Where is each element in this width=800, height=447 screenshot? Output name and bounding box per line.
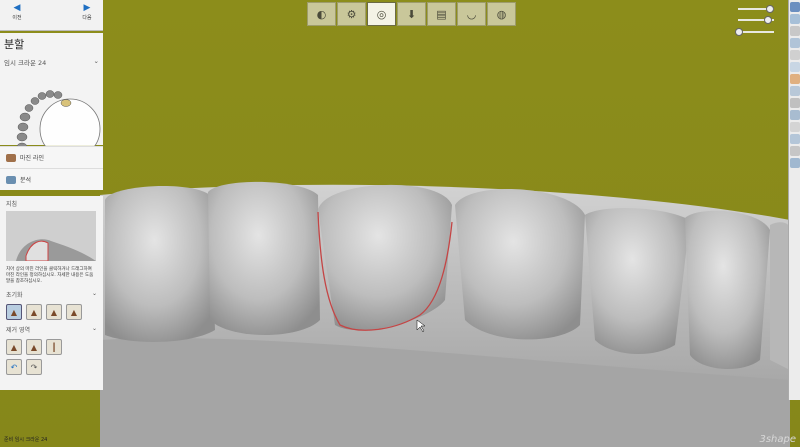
snapshot-icon[interactable] (790, 122, 800, 132)
section-icon[interactable] (790, 110, 800, 120)
scan-icon: ◐ (316, 7, 327, 21)
segmentation-card: 분할 임시 크라운 24 ⌄ (0, 33, 103, 162)
reset-tools: ▲ ▲ ▲ ▲ (0, 302, 103, 322)
settings-icon[interactable] (790, 134, 800, 144)
workflow-toolbar: ◐ ⚙ ◎ ⬇ ▤ ◡ ◍ (307, 2, 516, 26)
tooth-incisor (685, 210, 770, 370)
tooth-selector[interactable]: 임시 크라운 24 ⌄ (0, 55, 103, 69)
scan-step-button[interactable]: ◐ (307, 2, 336, 26)
guide-text: 치아 상의 마진 라인을 클릭하거나 드래그하여 마진 라인을 정의하십시오. … (6, 267, 94, 284)
remove-tool-3-icon[interactable]: ┃ (46, 339, 62, 355)
transparency-slider-knob[interactable] (735, 28, 743, 36)
tooth-premolar-1 (208, 181, 320, 335)
segment-step-button[interactable]: ◎ (367, 2, 396, 26)
remove-section-header[interactable]: 제거 영역 ⌄ (0, 322, 103, 337)
reset-section-header[interactable]: 초기화 ⌄ (0, 287, 103, 302)
margin-line-label: 마진 라인 (20, 155, 44, 162)
measure-icon[interactable] (790, 98, 800, 108)
chevron-down-icon: ⌄ (93, 57, 99, 65)
navigation-bar: ◀ 이전 ▶ 다음 (0, 0, 103, 31)
opacity-slider-knob[interactable] (766, 5, 774, 13)
arrow-left-icon: ◀ (13, 3, 21, 13)
tooth-premolar-2 (455, 188, 585, 340)
margin-tool-1-icon[interactable]: ▲ (6, 304, 22, 320)
margin-tool-3-icon[interactable]: ▲ (46, 304, 62, 320)
margin-line-item[interactable]: 마진 라인 (0, 146, 103, 168)
tooth-prep-24 (318, 184, 452, 331)
panel-title: 분할 (4, 38, 25, 51)
remove-tools-row-1: ▲ ▲ ┃ (0, 337, 103, 357)
margin-tool-4-icon[interactable]: ▲ (66, 304, 82, 320)
margin-tool-2-icon[interactable]: ▲ (26, 304, 42, 320)
tooth-chart[interactable] (0, 69, 103, 162)
align-step-button[interactable]: ⚙ (337, 2, 366, 26)
remove-tools-row-2: ↶ ↷ (0, 357, 103, 377)
guide-title: 지침 (6, 201, 18, 208)
brand-logo: 3shape (759, 434, 796, 445)
remove-tool-1-icon[interactable]: ▲ (6, 339, 22, 355)
segment-icon: ◎ (376, 7, 387, 21)
export-step-button[interactable]: ⬇ (397, 2, 426, 26)
design-icon: ▤ (436, 7, 447, 21)
zoom-icon[interactable] (790, 62, 800, 72)
export-icon: ⬇ (406, 7, 417, 21)
view-side-icon[interactable] (790, 38, 800, 48)
crown-step-button[interactable]: ◡ (457, 2, 486, 26)
view-top-icon[interactable] (790, 26, 800, 36)
analysis-item[interactable]: 분석 (0, 168, 103, 190)
left-panel: ◀ 이전 ▶ 다음 분할 임시 크라운 24 ⌄ 마진 라인 분석 지침 치아 … (0, 0, 103, 390)
remove-section-label: 제거 영역 (6, 327, 30, 334)
chevron-down-icon: ⌄ (91, 290, 97, 297)
dental-scan-model[interactable] (0, 0, 800, 447)
color-icon[interactable] (790, 74, 800, 84)
remove-tool-2-icon[interactable]: ▲ (26, 339, 42, 355)
next-label: 다음 (82, 15, 92, 21)
layers-icon[interactable] (790, 86, 800, 96)
view-front-icon[interactable] (790, 14, 800, 24)
3d-viewport[interactable] (0, 0, 800, 447)
status-text: 준비 임시 크라운 24 (4, 437, 48, 443)
tooth-label: 임시 크라운 24 (4, 59, 47, 67)
design-step-button[interactable]: ▤ (427, 2, 456, 26)
tooth-molar (105, 185, 215, 342)
arrow-right-icon: ▶ (83, 3, 91, 13)
margin-line-icon (6, 153, 16, 162)
status-bar: 준비 임시 크라운 24 (0, 433, 800, 447)
redo-icon[interactable]: ↷ (26, 359, 42, 375)
view-back-icon[interactable] (790, 50, 800, 60)
finish-icon: ◍ (496, 7, 507, 21)
close-icon[interactable] (790, 2, 800, 12)
right-toolbar (788, 0, 800, 400)
next-button[interactable]: ▶ 다음 (72, 2, 102, 28)
crown-icon: ◡ (466, 7, 477, 21)
clip-slider-knob[interactable] (764, 16, 772, 24)
guide-image (6, 211, 96, 262)
analysis-icon (6, 175, 16, 184)
info-icon[interactable] (790, 158, 800, 168)
help-icon[interactable] (790, 146, 800, 156)
undo-icon[interactable]: ↶ (6, 359, 22, 375)
finish-step-button[interactable]: ◍ (487, 2, 516, 26)
align-icon: ⚙ (346, 7, 357, 21)
back-label: 이전 (12, 15, 22, 21)
back-button[interactable]: ◀ 이전 (2, 2, 32, 28)
transparency-slider[interactable] (738, 31, 774, 33)
analysis-label: 분석 (20, 177, 32, 184)
tooth-canine (585, 208, 690, 355)
chevron-down-icon: ⌄ (91, 325, 97, 332)
reset-section-label: 초기화 (6, 292, 23, 299)
guide-card: 지침 치아 상의 마진 라인을 클릭하거나 드래그하여 마진 라인을 정의하십시… (0, 196, 103, 390)
